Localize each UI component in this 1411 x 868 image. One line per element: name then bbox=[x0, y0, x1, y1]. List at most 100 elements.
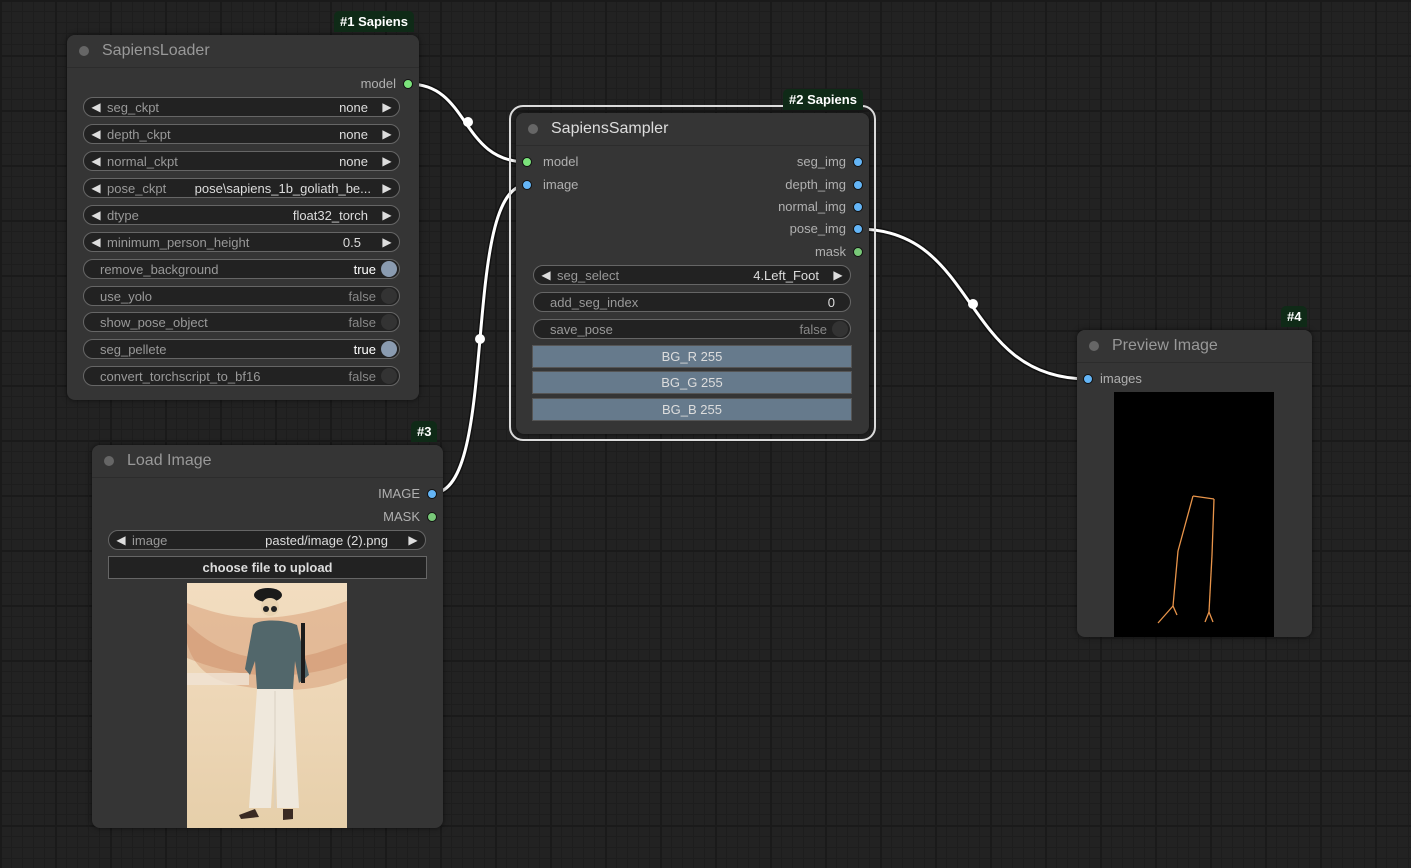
node-header[interactable]: Preview Image bbox=[1077, 330, 1312, 363]
arrow-left-icon[interactable]: ◀ bbox=[114, 533, 128, 547]
output-slot-pose-img[interactable]: pose_img bbox=[790, 221, 863, 237]
output-slot-mask[interactable]: mask bbox=[815, 244, 863, 260]
node-badge: #2 Sapiens bbox=[783, 89, 863, 110]
link-image-midpoint[interactable] bbox=[475, 334, 485, 344]
combo-image[interactable]: ◀ image pasted/image (2).png ▶ bbox=[108, 530, 426, 550]
bg-g-button[interactable]: BG_G 255 bbox=[532, 371, 852, 394]
collapse-dot-icon[interactable] bbox=[104, 456, 114, 466]
combo-pose-ckpt[interactable]: ◀ pose_ckpt pose\sapiens_1b_goliath_be..… bbox=[83, 178, 400, 198]
slot-dot-icon[interactable] bbox=[403, 79, 413, 89]
slot-dot-icon[interactable] bbox=[522, 157, 532, 167]
widget-value: 0.5 bbox=[342, 234, 361, 250]
toggle-convert-torchscript-to-bf16[interactable]: convert_torchscript_to_bf16 false bbox=[83, 366, 400, 386]
widget-value: true bbox=[353, 341, 376, 357]
slot-label: normal_img bbox=[778, 199, 846, 214]
load-image-node[interactable]: Load Image IMAGE MASK ◀ image pasted/ima… bbox=[92, 445, 443, 828]
toggle-knob-icon[interactable] bbox=[832, 321, 848, 337]
upload-button[interactable]: choose file to upload bbox=[108, 556, 427, 579]
combo-seg-ckpt[interactable]: ◀ seg_ckpt none ▶ bbox=[83, 97, 400, 117]
arrow-right-icon[interactable]: ▶ bbox=[380, 181, 394, 195]
sapiens-loader-node[interactable]: SapiensLoader model ◀ seg_ckpt none ▶ ◀ … bbox=[67, 35, 419, 400]
slot-dot-icon[interactable] bbox=[853, 180, 863, 190]
widget-label: pose_ckpt bbox=[107, 180, 167, 196]
bg-b-button[interactable]: BG_B 255 bbox=[532, 398, 852, 421]
arrow-right-icon[interactable]: ▶ bbox=[380, 208, 394, 222]
slot-label: images bbox=[1100, 371, 1142, 386]
node-header[interactable]: Load Image bbox=[92, 445, 443, 478]
slot-dot-icon[interactable] bbox=[853, 224, 863, 234]
output-slot-seg-img[interactable]: seg_img bbox=[797, 154, 863, 170]
output-slot-mask[interactable]: MASK bbox=[383, 509, 437, 525]
output-slot-model[interactable]: model bbox=[361, 76, 413, 92]
arrow-left-icon[interactable]: ◀ bbox=[89, 127, 103, 141]
link-model-midpoint[interactable] bbox=[463, 117, 473, 127]
slot-label: model bbox=[360, 76, 396, 91]
sunglasses bbox=[263, 606, 269, 612]
node-header[interactable]: SapiensSampler bbox=[516, 113, 869, 146]
combo-dtype[interactable]: ◀ dtype float32_torch ▶ bbox=[83, 205, 400, 225]
input-slot-image[interactable]: image bbox=[522, 177, 578, 193]
preview-image-node[interactable]: Preview Image images bbox=[1077, 330, 1312, 637]
slot-label: seg_img bbox=[796, 154, 846, 169]
output-slot-depth-img[interactable]: depth_img bbox=[785, 177, 863, 193]
toggle-save-pose[interactable]: save_pose false bbox=[533, 319, 851, 339]
bg-r-button[interactable]: BG_R 255 bbox=[532, 345, 852, 368]
widget-label: seg_ckpt bbox=[107, 99, 160, 115]
toggle-show-pose-object[interactable]: show_pose_object false bbox=[83, 312, 400, 332]
slot-dot-icon[interactable] bbox=[427, 512, 437, 522]
output-slot-normal-img[interactable]: normal_img bbox=[778, 199, 863, 215]
arrow-right-icon[interactable]: ▶ bbox=[380, 127, 394, 141]
arrow-left-icon[interactable]: ◀ bbox=[539, 268, 553, 282]
arrow-right-icon[interactable]: ▶ bbox=[380, 100, 394, 114]
right-shoe bbox=[283, 809, 293, 820]
arrow-left-icon[interactable]: ◀ bbox=[89, 100, 103, 114]
preview-background bbox=[1114, 392, 1274, 637]
collapse-dot-icon[interactable] bbox=[528, 124, 538, 134]
number-minimum-person-height[interactable]: ◀ minimum_person_height 0.5 ▶ bbox=[83, 232, 400, 252]
slot-dot-icon[interactable] bbox=[522, 180, 532, 190]
collapse-dot-icon[interactable] bbox=[79, 46, 89, 56]
link-pose-shadow bbox=[855, 226, 1091, 382]
toggle-use-yolo[interactable]: use_yolo false bbox=[83, 286, 400, 306]
toggle-remove-background[interactable]: remove_background true bbox=[83, 259, 400, 279]
slot-dot-icon[interactable] bbox=[853, 202, 863, 212]
arrow-left-icon[interactable]: ◀ bbox=[89, 154, 103, 168]
combo-normal-ckpt[interactable]: ◀ normal_ckpt none ▶ bbox=[83, 151, 400, 171]
collapse-dot-icon[interactable] bbox=[1089, 341, 1099, 351]
output-slot-image[interactable]: IMAGE bbox=[378, 486, 437, 502]
node-badge: #1 Sapiens bbox=[334, 11, 414, 32]
input-slot-model[interactable]: model bbox=[522, 154, 578, 170]
arrow-right-icon[interactable]: ▶ bbox=[380, 235, 394, 249]
slot-dot-icon[interactable] bbox=[853, 247, 863, 257]
arrow-left-icon[interactable]: ◀ bbox=[89, 208, 103, 222]
toggle-seg-pellete[interactable]: seg_pellete true bbox=[83, 339, 400, 359]
arrow-left-icon[interactable]: ◀ bbox=[89, 235, 103, 249]
arrow-right-icon[interactable]: ▶ bbox=[406, 533, 420, 547]
slot-dot-icon[interactable] bbox=[853, 157, 863, 167]
toggle-knob-icon[interactable] bbox=[381, 368, 397, 384]
arrow-right-icon[interactable]: ▶ bbox=[831, 268, 845, 282]
arrow-left-icon[interactable]: ◀ bbox=[89, 181, 103, 195]
toggle-knob-icon[interactable] bbox=[381, 288, 397, 304]
button-label: BG_R bbox=[661, 349, 698, 364]
slot-dot-icon[interactable] bbox=[427, 489, 437, 499]
combo-depth-ckpt[interactable]: ◀ depth_ckpt none ▶ bbox=[83, 124, 400, 144]
widget-value: false bbox=[348, 288, 376, 304]
arrow-right-icon[interactable]: ▶ bbox=[380, 154, 394, 168]
widget-value: pasted/image (2).png bbox=[265, 532, 388, 548]
slot-label: image bbox=[543, 177, 579, 192]
link-pose[interactable] bbox=[856, 227, 1090, 381]
combo-seg-select[interactable]: ◀ seg_select 4.Left_Foot ▶ bbox=[533, 265, 851, 285]
head bbox=[261, 598, 279, 616]
input-slot-images[interactable]: images bbox=[1083, 371, 1142, 387]
node-header[interactable]: SapiensLoader bbox=[67, 35, 419, 68]
widget-label: add_seg_index bbox=[550, 294, 639, 310]
sapiens-sampler-node[interactable]: SapiensSampler model image seg_img depth… bbox=[516, 113, 869, 434]
toggle-knob-icon[interactable] bbox=[381, 314, 397, 330]
toggle-knob-icon[interactable] bbox=[381, 261, 397, 277]
widget-label: seg_select bbox=[557, 267, 620, 283]
number-add-seg-index[interactable]: add_seg_index 0 bbox=[533, 292, 851, 312]
link-pose-midpoint[interactable] bbox=[968, 299, 978, 309]
slot-dot-icon[interactable] bbox=[1083, 374, 1093, 384]
toggle-knob-icon[interactable] bbox=[381, 341, 397, 357]
